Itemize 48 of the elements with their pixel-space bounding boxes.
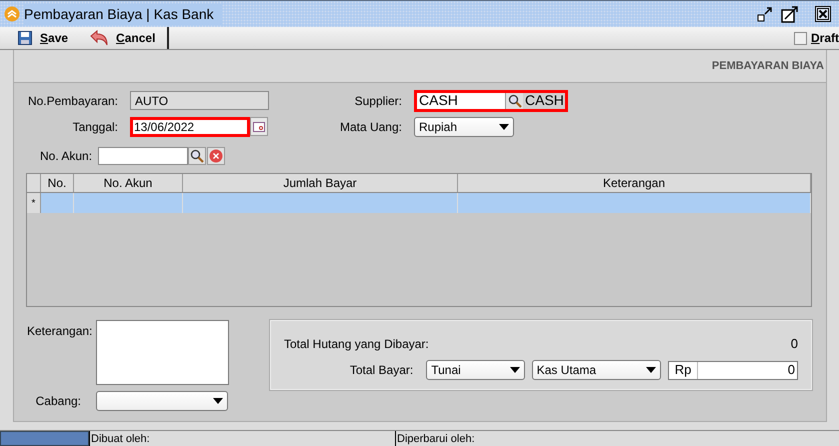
search-button[interactable] — [188, 146, 206, 164]
amount-field[interactable]: Rp 0 — [668, 360, 798, 380]
app-logo-icon — [4, 6, 20, 22]
calendar-button[interactable] — [250, 117, 268, 136]
date-field[interactable]: 13/06/2022 — [130, 116, 250, 136]
field-label: Tanggal: — [72, 118, 119, 136]
dropdown-caret-icon — [213, 398, 223, 404]
new-row-marker: * — [27, 193, 41, 213]
field-label: Mata Uang: — [338, 118, 403, 136]
maximize-icon[interactable] — [781, 5, 799, 23]
search-icon — [190, 148, 204, 162]
field-label: Supplier: — [354, 92, 403, 110]
field-label: Cabang: — [34, 393, 82, 410]
column-header[interactable]: No. — [41, 174, 74, 192]
created-by-label: Dibuat oleh: — [89, 431, 395, 446]
save-button[interactable]: Save — [0, 27, 90, 49]
updated-by-label: Diperbarui oleh: — [395, 431, 839, 446]
notes-field[interactable] — [96, 320, 229, 385]
dropdown-caret-icon — [510, 367, 520, 373]
field-label: Keterangan: — [26, 323, 94, 340]
branch-dropdown[interactable] — [96, 391, 228, 411]
column-header[interactable]: Jumlah Bayar — [183, 174, 458, 192]
search-icon — [508, 94, 522, 108]
total-debt-label: Total Hutang yang Dibayar: — [284, 336, 429, 353]
column-header[interactable]: No. Akun — [74, 174, 183, 192]
calendar-icon — [253, 122, 265, 132]
account-field[interactable] — [98, 146, 188, 164]
field-label: No. Akun: — [39, 148, 94, 164]
restore-icon[interactable] — [757, 6, 773, 22]
no-pembayaran-field: AUTO — [130, 91, 269, 110]
clear-icon — [209, 148, 223, 162]
currency-dropdown[interactable]: Rupiah — [414, 116, 514, 136]
cancel-button[interactable]: Cancel — [90, 27, 168, 49]
field-label: No.Pembayaran: — [26, 92, 119, 110]
column-header[interactable]: Keterangan — [458, 174, 811, 192]
dropdown-caret-icon — [646, 367, 656, 373]
payment-method-dropdown[interactable]: Tunai — [426, 360, 525, 380]
close-icon[interactable] — [815, 6, 831, 22]
draft-checkbox[interactable]: Draft — [794, 29, 839, 47]
form-heading: PEMBAYARAN BIAYA — [712, 58, 824, 74]
cash-account-dropdown[interactable]: Kas Utama — [532, 360, 661, 380]
total-debt-value: 0 — [790, 335, 798, 354]
undo-arrow-icon — [90, 30, 108, 46]
clear-button[interactable] — [207, 146, 225, 164]
total-payment-label: Total Bayar: — [348, 362, 414, 379]
dropdown-caret-icon — [499, 124, 509, 130]
window-title: Pembayaran Biaya | Kas Bank — [24, 4, 222, 24]
supplier-field[interactable]: CASH CASH — [414, 90, 568, 112]
